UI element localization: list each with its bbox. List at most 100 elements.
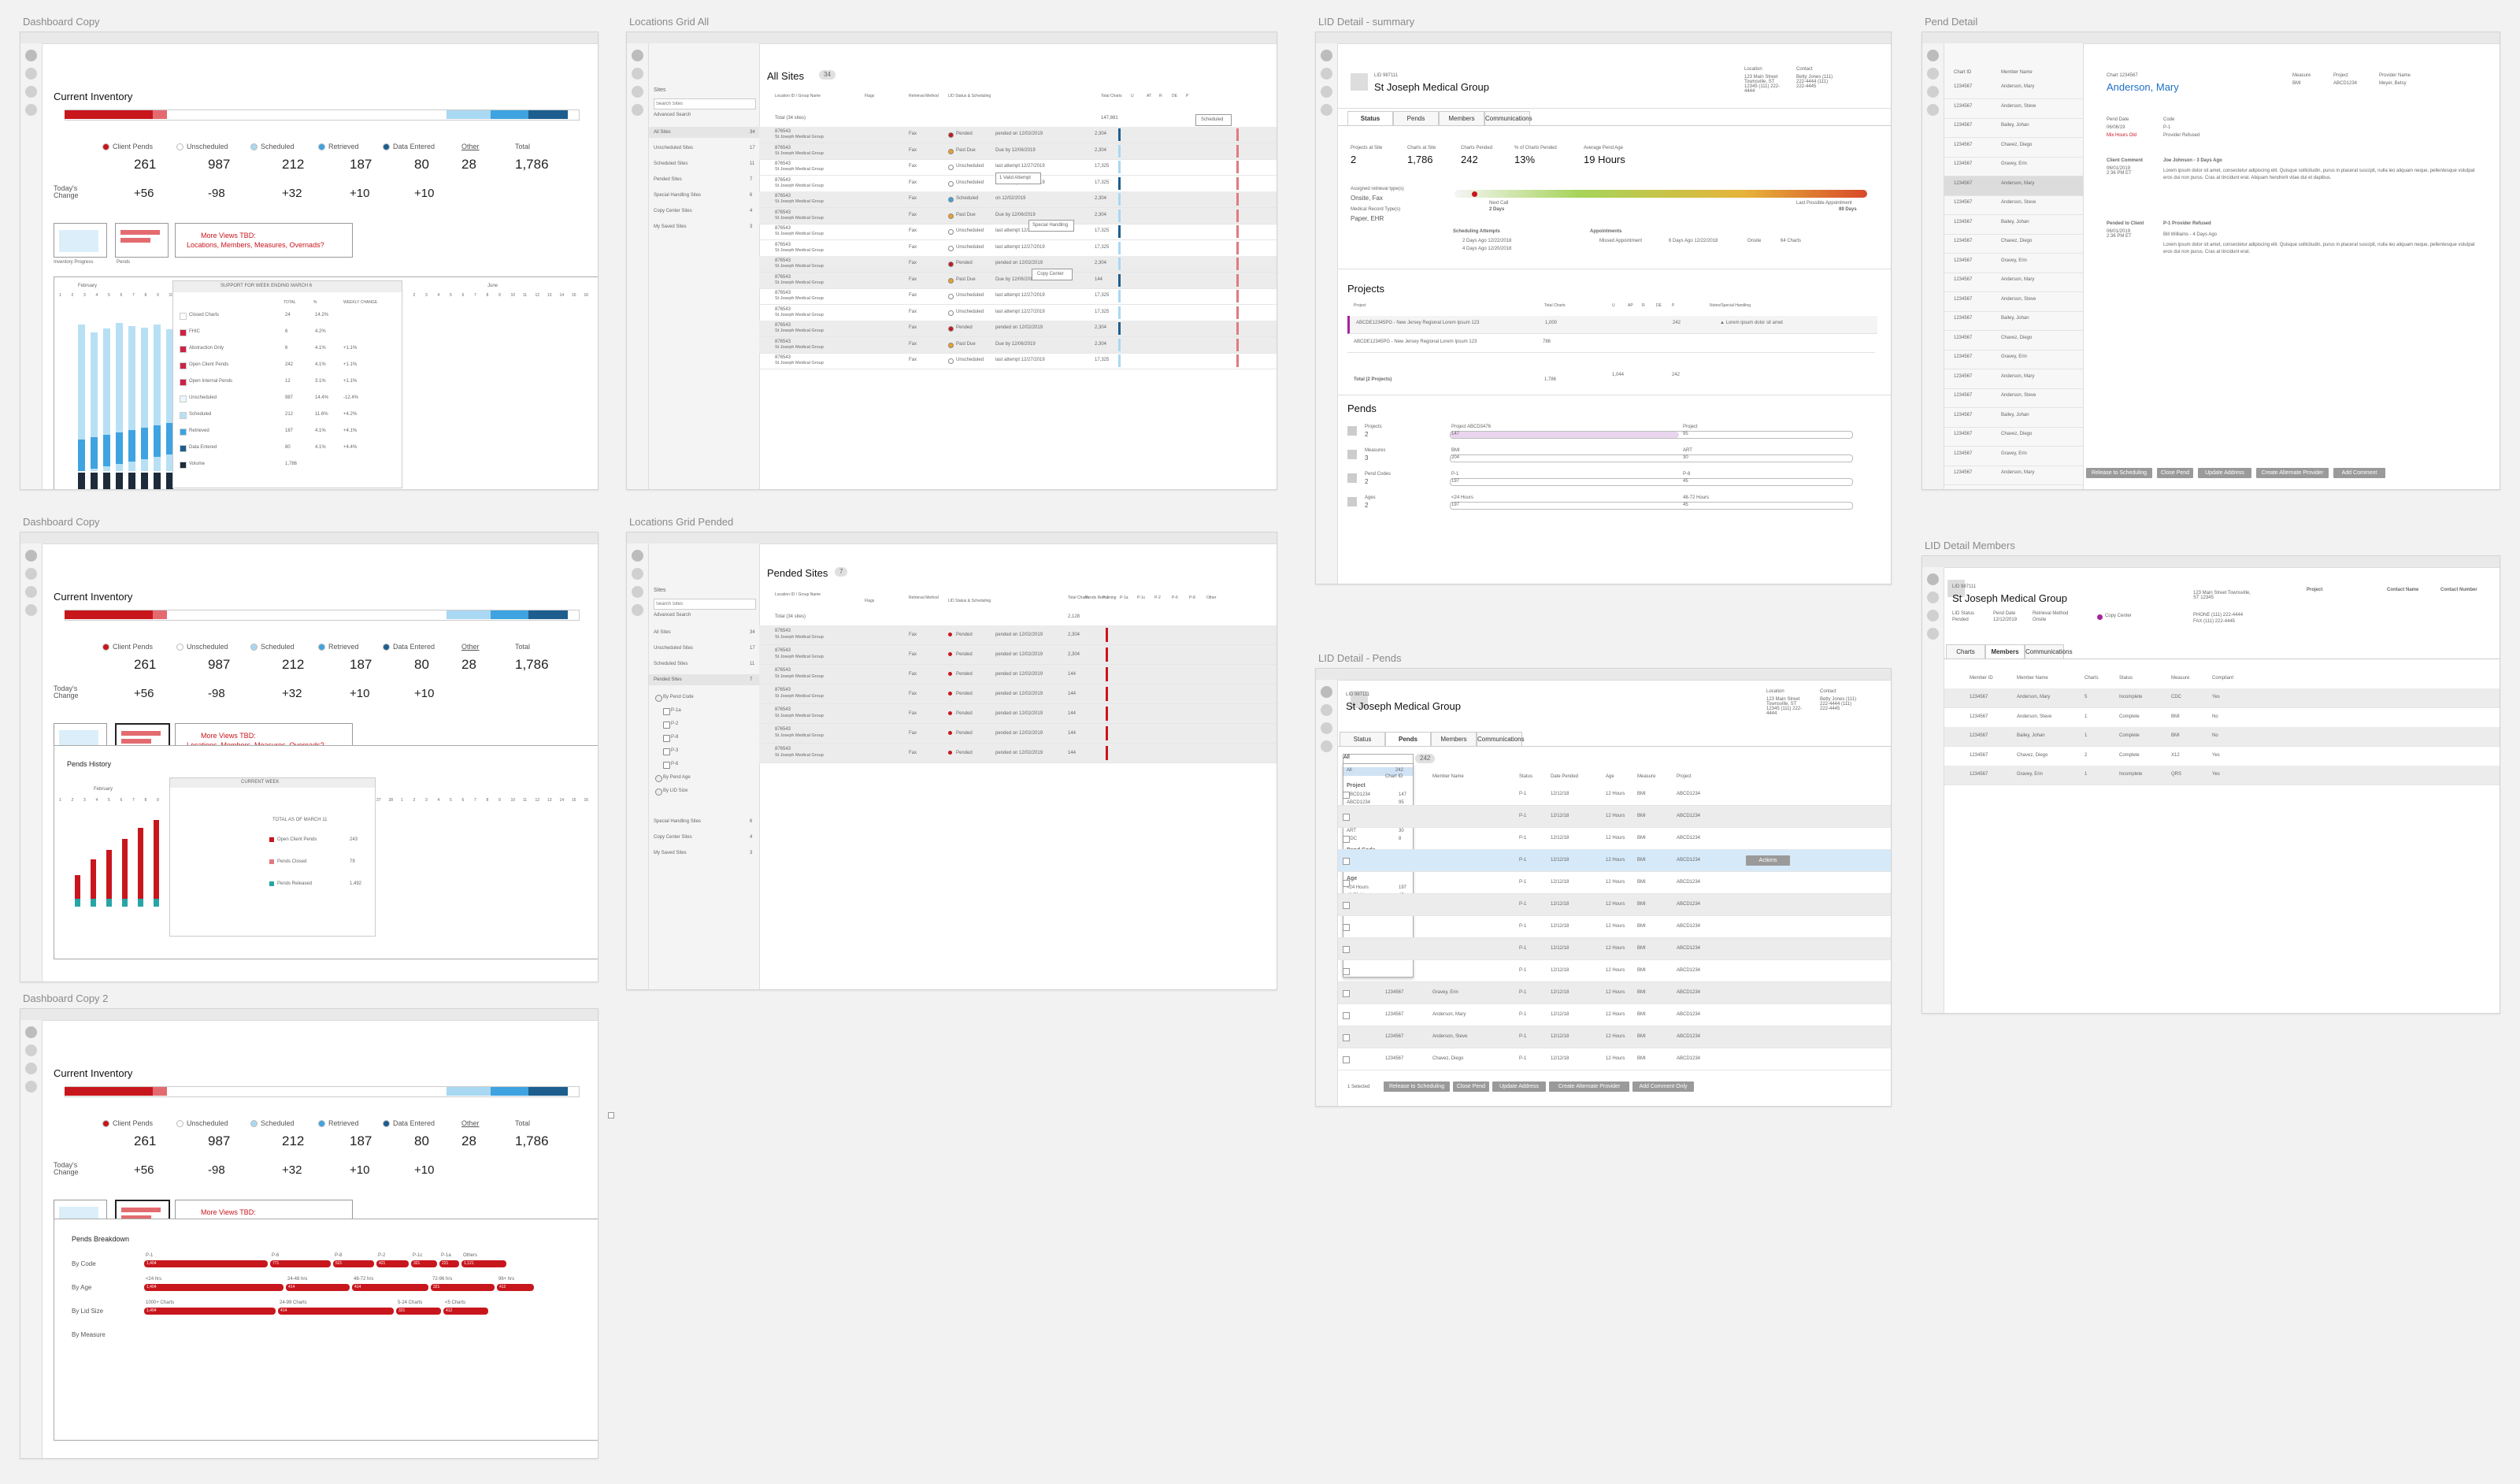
inventory-value[interactable]: 261 (134, 157, 156, 173)
column-header[interactable]: Retrieval Method (909, 595, 939, 600)
rail-nav-icon[interactable] (632, 50, 643, 61)
site-name[interactable]: St Joseph Medical Group (775, 151, 824, 156)
rail-nav-icon[interactable] (25, 568, 37, 580)
pend-column-header[interactable]: P-2 (1154, 595, 1161, 600)
member-name[interactable]: Chavez, Diego (2017, 753, 2048, 758)
pended-site-row[interactable]: 876543 St Joseph Medical Group Fax Pended pe… (759, 645, 1277, 665)
tab-status[interactable]: Status (1340, 732, 1385, 747)
segment-value[interactable]: 1,404 (146, 1261, 157, 1266)
inventory-value[interactable]: 987 (208, 1133, 230, 1149)
rail-nav-icon[interactable] (25, 104, 37, 116)
pend-filter[interactable]: P-3 (671, 748, 678, 753)
site-name[interactable]: St Joseph Medical Group (775, 313, 824, 317)
site-row[interactable]: 876543 St Joseph Medical Group Fax Pended pe… (759, 127, 1277, 143)
pend-filter[interactable]: By Pend Code (663, 695, 694, 699)
site-name[interactable]: St Joseph Medical Group (775, 280, 824, 285)
rail-nav-icon[interactable] (25, 1044, 37, 1056)
inventory-value[interactable]: 987 (208, 657, 230, 673)
chart-id[interactable]: 1234567 (1385, 1056, 1403, 1061)
chart-list-row[interactable] (1944, 369, 2083, 389)
chart-list-row[interactable] (1944, 408, 2083, 428)
column-header[interactable]: U (1131, 94, 1134, 98)
pend-row[interactable]: 1234567 Anderson, Steve P-1 12/12/18 12 Hour… (1338, 1026, 1891, 1048)
segment-value[interactable]: 321 (398, 1308, 405, 1313)
bulk-action-button[interactable]: Add Comment Only (1632, 1081, 1694, 1092)
site-row[interactable]: 876543 St Joseph Medical Group Fax Unschedu… (759, 288, 1277, 305)
pend-action-button[interactable]: Add Comment (2333, 468, 2385, 478)
column-header[interactable]: Flags (865, 94, 874, 98)
sidebar-item[interactable]: All Sites (654, 630, 671, 635)
site-name[interactable]: St Joseph Medical Group (775, 184, 824, 188)
member-row[interactable]: 1234567 Anderson, Steve 1 Complete BMI No (1944, 708, 2500, 728)
other-label[interactable]: Other (461, 1119, 480, 1127)
chart-list-row[interactable] (1944, 157, 2083, 176)
pended-site-row[interactable]: 876543 St Joseph Medical Group Fax Pended pe… (759, 684, 1277, 704)
member-name[interactable]: Anderson, Mary (1432, 1012, 1466, 1017)
sidebar-item[interactable]: Scheduled Sites (654, 662, 687, 666)
chart-list-row[interactable] (1944, 176, 2083, 196)
chart-id[interactable]: 1234567 (1954, 336, 1972, 340)
chart-list-row[interactable] (1944, 447, 2083, 466)
pend-row[interactable]: P-1 12/12/18 12 Hours BMI ABCD1234 (1338, 806, 1891, 828)
chart-id[interactable]: 1234567 (1954, 393, 1972, 398)
column-header[interactable]: LID Status & Scheduling (948, 599, 991, 603)
chart-list-row[interactable] (1944, 350, 2083, 369)
chart-id[interactable]: 1234567 (1954, 220, 1972, 224)
member-name[interactable]: Bailey, Johan (2001, 413, 2029, 417)
site-row[interactable]: 876543 St Joseph Medical Group Fax Past Due… (759, 207, 1277, 224)
member-name[interactable]: Chavez, Diego (2001, 336, 2032, 340)
other-label[interactable]: Other (461, 143, 480, 150)
actions-button[interactable]: Actions (1746, 855, 1790, 866)
site-row[interactable]: 876543 St Joseph Medical Group Fax Pended pe… (759, 321, 1277, 337)
site-row[interactable]: 876543 St Joseph Medical Group Fax Past Due… (759, 336, 1277, 354)
rail-nav-icon[interactable] (25, 604, 37, 616)
inventory-value[interactable]: 80 (414, 1133, 429, 1149)
site-row[interactable]: 876543 St Joseph Medical Group Fax Unschedu… (759, 305, 1277, 321)
sidebar-item[interactable]: Unscheduled Sites (654, 646, 693, 651)
member-name[interactable]: Chavez, Diego (2001, 432, 2032, 436)
chart-id[interactable]: 1234567 (1385, 1012, 1403, 1017)
chart-list-row[interactable] (1944, 331, 2083, 351)
pend-row[interactable]: P-1 12/12/18 12 Hours BMI ABCD1234 (1338, 784, 1891, 806)
column-header[interactable]: R (1159, 94, 1162, 98)
segment-value[interactable]: 412 (446, 1308, 452, 1313)
site-row[interactable]: 876543 St Joseph Medical Group Fax Schedule… (759, 191, 1277, 208)
segment-value[interactable]: 421 (379, 1261, 385, 1266)
site-name[interactable]: St Joseph Medical Group (775, 264, 824, 269)
sidebar-item[interactable]: Unscheduled Sites (654, 146, 693, 150)
rail-nav-icon[interactable] (1321, 686, 1332, 698)
chart-list-row[interactable] (1944, 138, 2083, 158)
member-name[interactable]: Bailey, Johan (2001, 123, 2029, 128)
column-header[interactable]: Location ID / Group Name (775, 592, 821, 597)
site-name[interactable]: St Joseph Medical Group (775, 199, 824, 204)
segment-value[interactable]: 412 (499, 1285, 506, 1289)
pend-action-button[interactable]: Create Alternate Provider (2256, 468, 2329, 478)
member-name[interactable]: Bailey, Johan (2001, 316, 2029, 321)
member-name[interactable]: Gravey, Erin (1432, 990, 1458, 995)
tab-communications[interactable]: Communications (1484, 111, 1532, 126)
rail-nav-icon[interactable] (1321, 104, 1332, 116)
pend-column-header[interactable]: Pends Remaining (1085, 595, 1116, 600)
tab-status[interactable]: Status (1347, 111, 1393, 126)
pend-row[interactable]: P-1 12/12/18 12 Hours BMI ABCD1234 (1338, 894, 1891, 916)
member-name[interactable]: Chavez, Diego (2001, 239, 2032, 243)
sidebar-item[interactable]: My Saved Sites (654, 224, 687, 229)
site-name[interactable]: St Joseph Medical Group (775, 361, 824, 365)
chart-list-row[interactable] (1944, 388, 2083, 408)
project-row[interactable]: ABCDE12345PG - New Jersey Regional Lorem… (1347, 316, 1877, 334)
site-name[interactable]: St Joseph Medical Group (775, 753, 824, 758)
project-name[interactable]: ABCDE12345PG - New Jersey Regional Lorem… (1354, 339, 1477, 344)
member-name[interactable]: Anderson, Mary (2001, 277, 2034, 282)
inventory-value[interactable]: 987 (208, 157, 230, 173)
segment-value[interactable]: 1,404 (146, 1308, 157, 1313)
rail-nav-icon[interactable] (1321, 704, 1332, 716)
member-name[interactable]: Anderson, Steve (2001, 393, 2036, 398)
site-row[interactable]: 876543 St Joseph Medical Group Fax Unschedu… (759, 240, 1277, 257)
chart-id[interactable]: 1234567 (1954, 374, 1972, 379)
member-name[interactable]: Bailey, Johan (2001, 220, 2029, 224)
chart-id[interactable]: 1234567 (1954, 181, 1972, 186)
bulk-action-button[interactable]: Release to Scheduling (1384, 1081, 1450, 1092)
member-name[interactable]: Chavez, Diego (1432, 1056, 1463, 1061)
site-name[interactable]: St Joseph Medical Group (775, 167, 824, 172)
chart-id[interactable]: 1234567 (1954, 470, 1972, 475)
